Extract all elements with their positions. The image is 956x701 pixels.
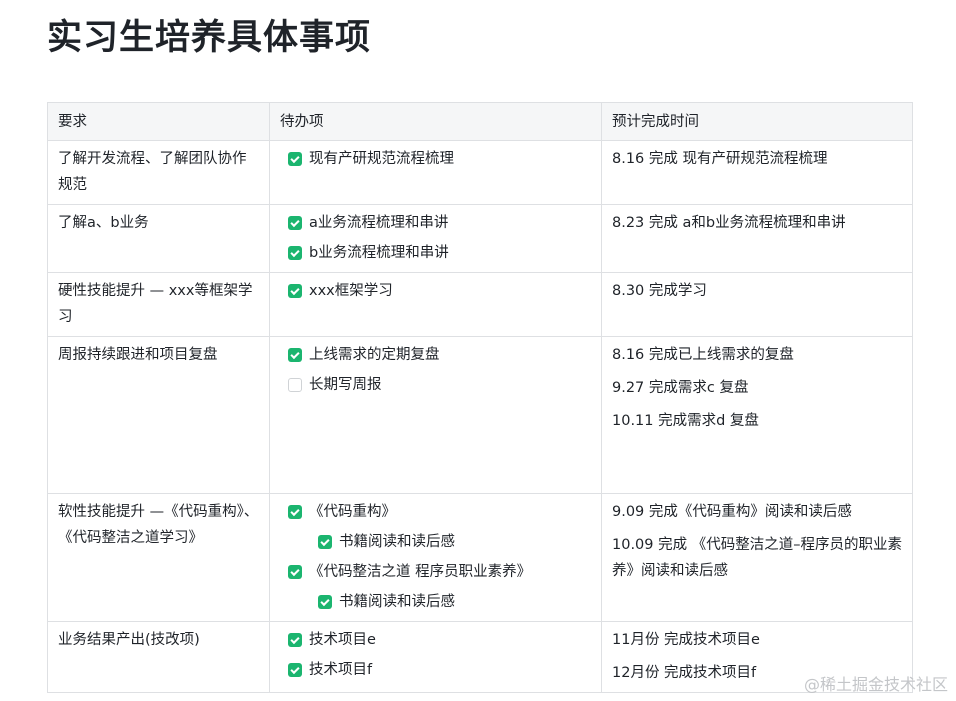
- todo-label: a业务流程梳理和串讲: [309, 215, 449, 231]
- checked-checkbox[interactable]: [288, 633, 302, 647]
- due-cell: 8.16 完成已上线需求的复盘 9.27 完成需求c 复盘 10.11 完成需求d …: [601, 336, 913, 494]
- table-row: 了解a、b业务 a业务流程梳理和串讲 b业务流程梳理和串讲 8.23 完成 a和b业务…: [47, 204, 913, 273]
- todo-item: 技术项目e: [280, 627, 591, 653]
- unchecked-checkbox[interactable]: [288, 378, 302, 392]
- due-text: 8.30 完成学习: [612, 283, 707, 299]
- task-table: 要求 待办项 预计完成时间 了解开发流程、了解团队协作规范 现有产研规范流程梳理 8…: [47, 102, 913, 693]
- due-text: 10.11 完成需求d 复盘: [612, 413, 759, 429]
- header-todo: 待办项: [269, 102, 602, 141]
- todo-label: 书籍阅读和读后感: [339, 534, 455, 550]
- checked-checkbox[interactable]: [318, 535, 332, 549]
- requirement-cell: 了解开发流程、了解团队协作规范: [47, 140, 270, 205]
- checked-checkbox[interactable]: [288, 246, 302, 260]
- todo-item: a业务流程梳理和串讲: [280, 210, 591, 236]
- due-text: 10.09 完成 《代码整洁之道–程序员的职业素养》阅读和读后感: [612, 537, 902, 579]
- table-row: 周报持续跟进和项目复盘 上线需求的定期复盘 长期写周报 8.16 完成已上线需求的复盘…: [47, 336, 913, 494]
- todo-label: 书籍阅读和读后感: [339, 594, 455, 610]
- table-row: 软性技能提升 —《代码重构》、《代码整洁之道学习》 《代码重构》 书籍阅读和读后感《…: [47, 493, 913, 622]
- todo-item: b业务流程梳理和串讲: [280, 240, 591, 266]
- due-cell: 8.30 完成学习: [601, 272, 913, 337]
- requirement-cell: 硬性技能提升 — xxx等框架学习: [47, 272, 270, 337]
- header-requirement: 要求: [47, 102, 270, 141]
- due-cell: 8.23 完成 a和b业务流程梳理和串讲: [601, 204, 913, 273]
- todo-label: 技术项目e: [309, 632, 376, 648]
- due-text: 9.09 完成《代码重构》阅读和读后感: [612, 504, 852, 520]
- todo-cell: 技术项目e 技术项目f: [269, 621, 602, 693]
- checked-checkbox[interactable]: [288, 216, 302, 230]
- checked-checkbox[interactable]: [288, 565, 302, 579]
- due-text: 8.16 完成 现有产研规范流程梳理: [612, 151, 828, 167]
- due-text: 8.16 完成已上线需求的复盘: [612, 347, 794, 363]
- todo-cell: 《代码重构》 书籍阅读和读后感 《代码整洁之道 程序员职业素养》 书籍阅读和读后感: [269, 493, 602, 622]
- todo-label: 长期写周报: [309, 377, 382, 393]
- header-due: 预计完成时间: [601, 102, 913, 141]
- checked-checkbox[interactable]: [288, 505, 302, 519]
- requirement-cell: 软性技能提升 —《代码重构》、《代码整洁之道学习》: [47, 493, 270, 622]
- todo-item: 长期写周报: [280, 372, 591, 398]
- todo-cell: 上线需求的定期复盘 长期写周报: [269, 336, 602, 494]
- table-row: 硬性技能提升 — xxx等框架学习 xxx框架学习 8.30 完成学习: [47, 272, 913, 337]
- table-header-row: 要求 待办项 预计完成时间: [47, 102, 913, 141]
- todo-label: 技术项目f: [309, 662, 373, 678]
- due-text: 11月份 完成技术项目e: [612, 632, 760, 648]
- todo-cell: a业务流程梳理和串讲 b业务流程梳理和串讲: [269, 204, 602, 273]
- requirement-cell: 周报持续跟进和项目复盘: [47, 336, 270, 494]
- table-row: 了解开发流程、了解团队协作规范 现有产研规范流程梳理 8.16 完成 现有产研规范流…: [47, 140, 913, 205]
- requirement-cell: 业务结果产出(技改项): [47, 621, 270, 693]
- checked-checkbox[interactable]: [288, 284, 302, 298]
- checked-checkbox[interactable]: [288, 663, 302, 677]
- todo-label: xxx框架学习: [309, 283, 393, 299]
- todo-item: 《代码重构》: [280, 499, 591, 525]
- todo-label: 《代码整洁之道 程序员职业素养》: [309, 564, 532, 580]
- checked-checkbox[interactable]: [318, 595, 332, 609]
- todo-label: 现有产研规范流程梳理: [309, 151, 454, 167]
- todo-item: xxx框架学习: [280, 278, 591, 304]
- table-row: 业务结果产出(技改项) 技术项目e 技术项目f 11月份 完成技术项目e 12月份 完成…: [47, 621, 913, 693]
- due-text: 8.23 完成 a和b业务流程梳理和串讲: [612, 215, 846, 231]
- due-text: 9.27 完成需求c 复盘: [612, 380, 749, 396]
- due-cell: 8.16 完成 现有产研规范流程梳理: [601, 140, 913, 205]
- checked-checkbox[interactable]: [288, 152, 302, 166]
- todo-label: b业务流程梳理和串讲: [309, 245, 449, 261]
- todo-item: 现有产研规范流程梳理: [280, 146, 591, 172]
- todo-label: 《代码重构》: [309, 504, 396, 520]
- todo-item: 技术项目f: [280, 657, 591, 683]
- todo-cell: xxx框架学习: [269, 272, 602, 337]
- checked-checkbox[interactable]: [288, 348, 302, 362]
- todo-label: 上线需求的定期复盘: [309, 347, 440, 363]
- todo-item: 书籍阅读和读后感: [280, 529, 591, 555]
- todo-item: 《代码整洁之道 程序员职业素养》: [280, 559, 591, 585]
- watermark: @稀土掘金技术社区: [803, 675, 948, 694]
- page-title: 实习生培养具体事项: [47, 18, 372, 58]
- requirement-cell: 了解a、b业务: [47, 204, 270, 273]
- due-cell: 9.09 完成《代码重构》阅读和读后感 10.09 完成 《代码整洁之道–程序员的…: [601, 493, 913, 622]
- todo-cell: 现有产研规范流程梳理: [269, 140, 602, 205]
- todo-item: 上线需求的定期复盘: [280, 342, 591, 368]
- todo-item: 书籍阅读和读后感: [280, 589, 591, 615]
